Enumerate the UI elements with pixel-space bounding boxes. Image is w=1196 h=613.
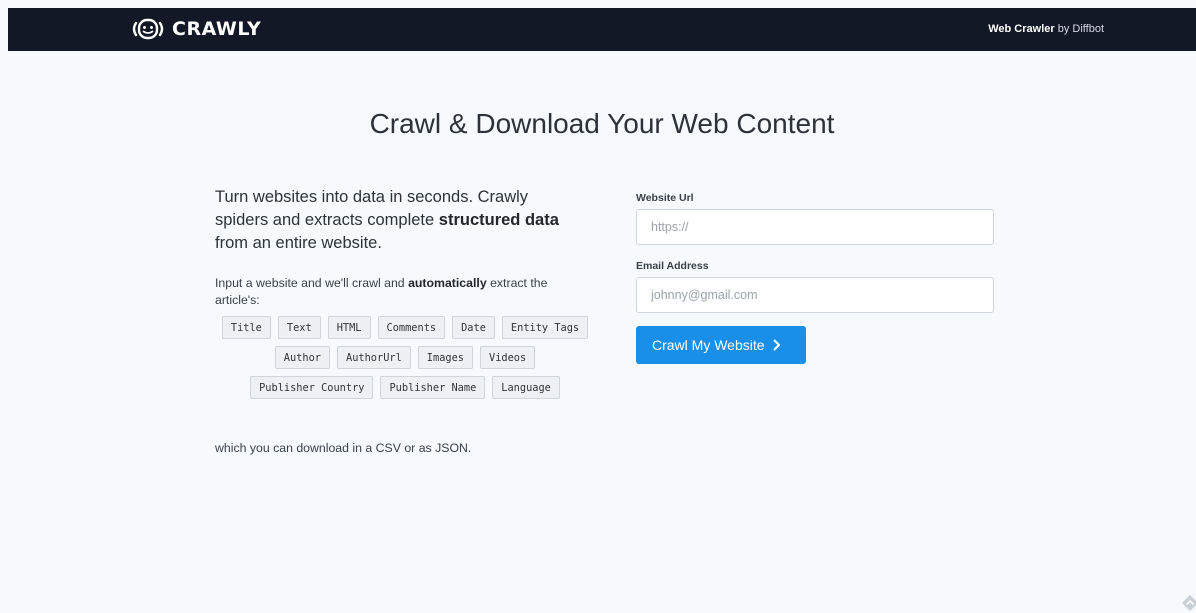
lede-paragraph: Turn websites into data in seconds. Craw… [215,186,585,255]
page: CRAWLY Web Crawler by Diffbot Crawl & Do… [8,8,1196,613]
page-title: Crawl & Download Your Web Content [369,108,835,139]
intro-bold-text: automatically [408,276,487,290]
download-format-note: which you can download in a CSV or as JS… [215,441,472,455]
tag-videos: Videos [480,346,536,369]
tag-title: Title [221,316,271,339]
tag-publisher-country: Publisher Country [250,376,374,399]
chevron-right-icon [773,339,780,351]
tag-images: Images [417,346,473,369]
field-tag-list: Title Text HTML Comments Date Entity Tag… [215,316,595,399]
tagline-vendor: by Diffbot [1054,23,1104,35]
intro-text-1: Input a website and we'll crawl and [215,276,409,290]
top-navigation-bar: CRAWLY Web Crawler by Diffbot [8,8,1196,51]
website-url-input[interactable] [636,209,994,245]
tagline-product: Web Crawler [988,23,1055,35]
email-address-label: Email Address [636,260,709,272]
tag-author-url: AuthorUrl [337,346,411,369]
tag-entity-tags: Entity Tags [501,316,589,339]
brand-name: CRAWLY [172,18,262,40]
tag-language: Language [492,376,560,399]
tag-date: Date [452,316,495,339]
lede-bold-text: structured data [438,211,559,229]
web-crawler-by-diffbot-link[interactable]: Web Crawler by Diffbot [988,23,1104,35]
tag-publisher-name: Publisher Name [380,376,486,399]
brand-logo-link[interactable]: CRAWLY [131,17,261,41]
crawl-button-label: Crawl My Website [652,337,765,353]
tag-author: Author [274,346,330,369]
tag-comments: Comments [377,316,446,339]
scroll-arrow-icon[interactable] [1180,593,1196,613]
website-url-label: Website Url [636,192,694,204]
tag-html: HTML [327,316,371,339]
tag-text: Text [277,316,321,339]
email-address-input[interactable] [636,277,994,313]
lede-text-2: from an entire website. [215,234,382,252]
crawl-my-website-button[interactable]: Crawl My Website [636,326,806,364]
crawl-form: Website Url Email Address Crawl My Websi… [636,191,996,364]
description-column: Turn websites into data in seconds. Craw… [215,186,595,399]
extract-intro: Input a website and we'll crawl and auto… [215,275,580,309]
robot-face-icon [132,18,164,40]
